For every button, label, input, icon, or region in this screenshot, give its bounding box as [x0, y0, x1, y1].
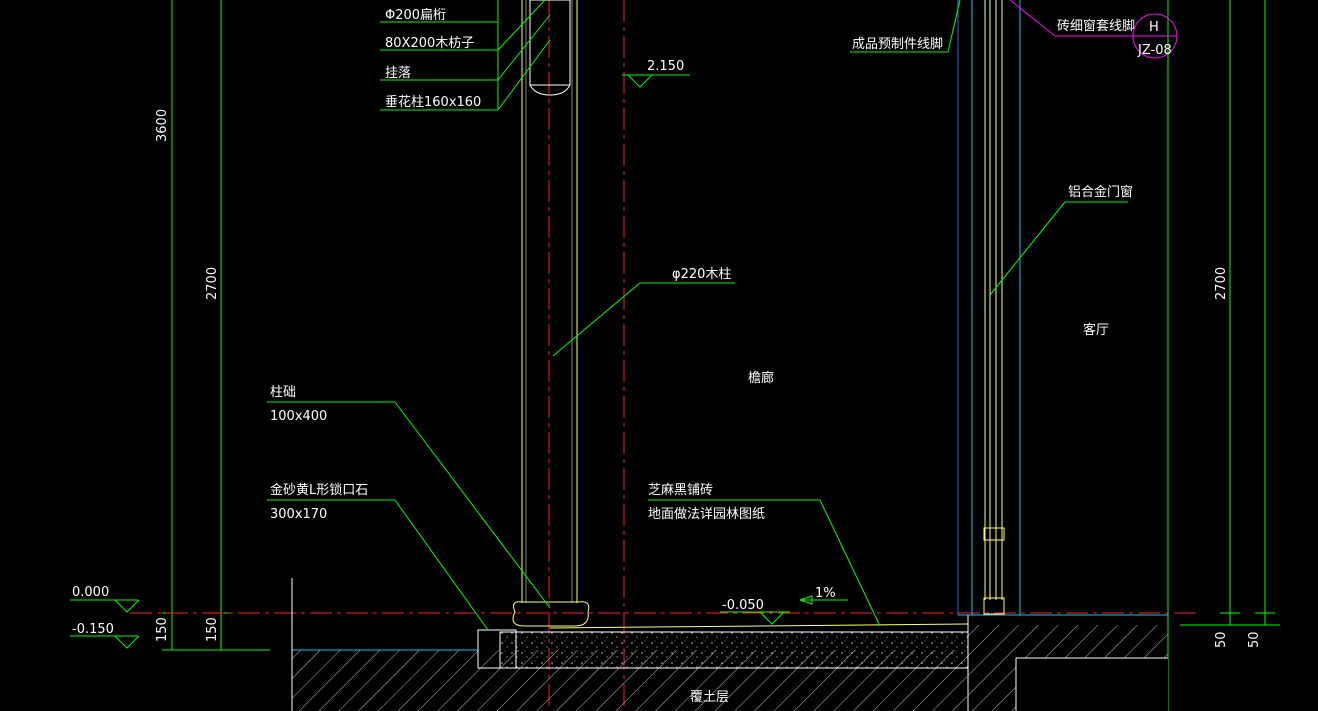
dimension-lines [162, 0, 1280, 711]
dim-left-150a: 150 [155, 617, 170, 642]
slope-label: 1% [815, 586, 836, 601]
callout-top-3: 挂落 [385, 66, 411, 81]
dim-right-2700: 2700 [1214, 267, 1229, 300]
callout-base-size: 100x400 [270, 409, 327, 424]
labels: Φ200扁桁 80X200木枋子 挂落 垂花柱160x160 2.150 φ22… [72, 8, 1262, 705]
datum-lines [130, 0, 1200, 711]
room-corridor: 檐廊 [748, 370, 774, 386]
room-living: 客厅 [1083, 322, 1109, 338]
detail-ref-letter: H [1149, 20, 1159, 35]
elevation-0000: 0.000 [72, 585, 109, 600]
callout-base-title: 柱础 [270, 385, 296, 400]
cad-drawing-canvas[interactable]: Φ200扁桁 80X200木枋子 挂落 垂花柱160x160 2.150 φ22… [0, 0, 1318, 711]
elevation-markers [70, 74, 848, 649]
callout-sill: 砖细窗套线脚 [1057, 18, 1135, 34]
callout-top-4: 垂花柱160x160 [385, 94, 481, 110]
dim-left-2700: 2700 [205, 267, 220, 300]
callout-top-1: Φ200扁桁 [385, 8, 446, 23]
dim-left-3600: 3600 [155, 109, 170, 142]
elevation-2150: 2.150 [647, 59, 684, 74]
dim-right-50b: 50 [1247, 631, 1262, 648]
elevation-m0050: -0.050 [722, 598, 764, 613]
detail-ref-sheet: JZ-08 [1137, 43, 1172, 58]
wood-column [512, 0, 590, 627]
callout-curb-title: 金砂黄L形锁口石 [270, 482, 368, 498]
wall-window [957, 0, 1168, 616]
elevation-m0150: -0.150 [72, 622, 114, 637]
callout-column: φ220木柱 [672, 267, 731, 282]
callout-top-2: 80X200木枋子 [385, 35, 474, 51]
callout-paving-2: 地面做法详园林图纸 [648, 507, 765, 522]
callout-paving-1: 芝麻黑铺砖 [648, 482, 713, 498]
room-fill-layer: 覆土层 [690, 690, 729, 705]
callout-precast: 成品预制件线脚 [852, 36, 943, 52]
callout-aluminum: 铝合金门窗 [1068, 184, 1133, 200]
dim-right-50a: 50 [1214, 631, 1229, 648]
callout-curb-size: 300x170 [270, 507, 327, 522]
dim-left-150b: 150 [205, 617, 220, 642]
